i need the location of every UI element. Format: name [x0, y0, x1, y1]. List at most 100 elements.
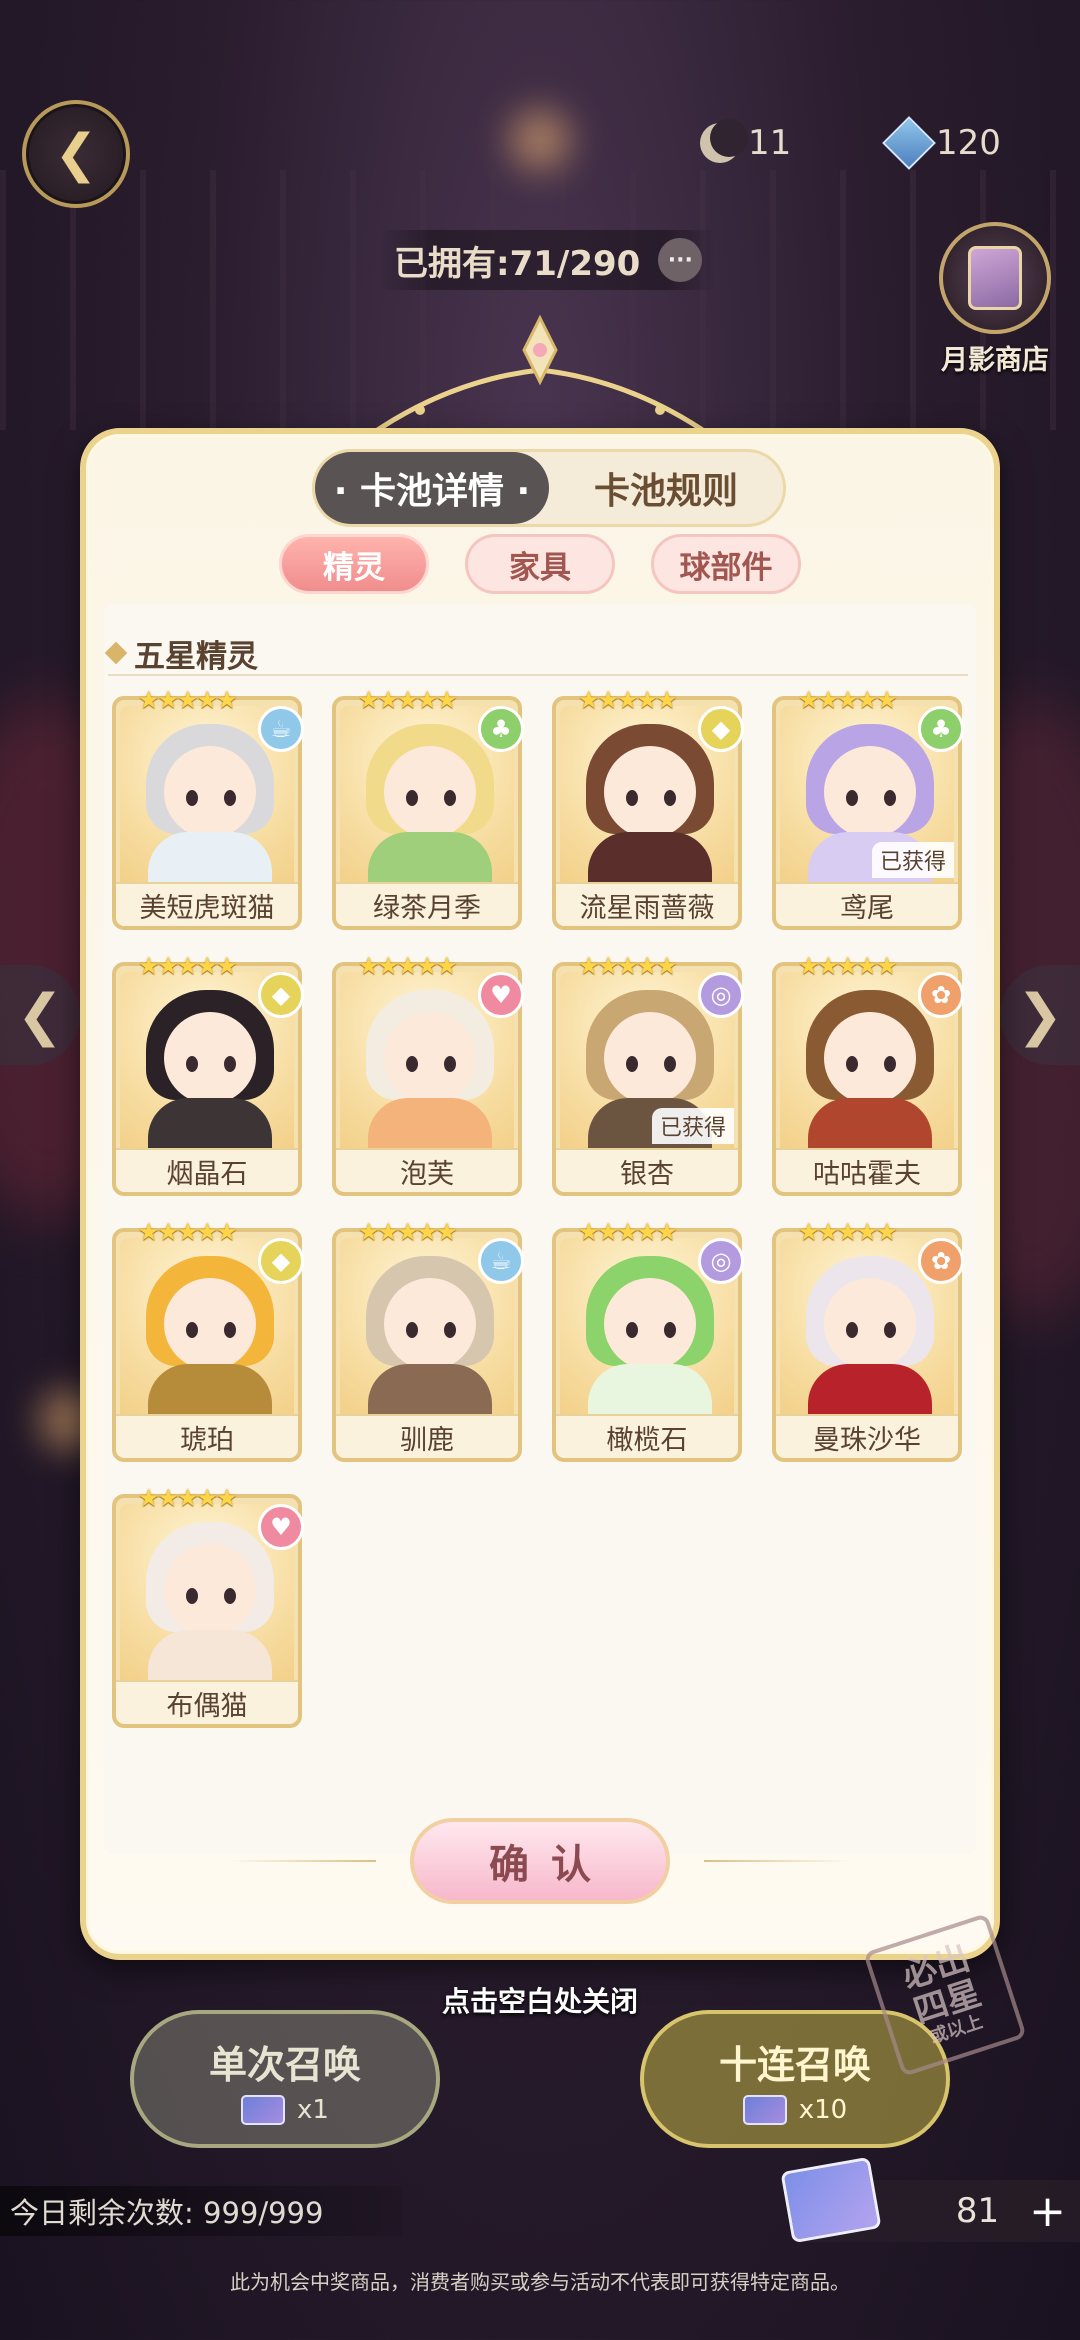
element-type-icon: ♥	[258, 1504, 304, 1550]
spirit-name: 琥珀	[116, 1414, 298, 1458]
element-type-icon: ♣	[478, 706, 524, 752]
portrait-body	[368, 832, 492, 888]
section-title: 五星精灵	[104, 632, 968, 676]
spirit-card[interactable]: ★★★★★ ☕ 驯鹿	[332, 1218, 524, 1462]
gem-currency: 120	[882, 116, 1001, 170]
spirit-card[interactable]: ★★★★★ ♣ 绿茶月季	[332, 686, 524, 930]
five-star-rating: ★★★★★	[358, 1218, 458, 1246]
moon-icon	[700, 119, 748, 163]
obtained-tag: 已获得	[871, 842, 954, 878]
portrait-body	[148, 1364, 272, 1420]
portrait-eye	[664, 790, 676, 806]
spirit-card[interactable]: ★★★★★ ◆ 流星雨蔷薇	[552, 686, 744, 930]
portrait-body	[808, 1364, 932, 1420]
ticket-icon	[742, 2094, 787, 2125]
five-star-rating: ★★★★★	[798, 952, 898, 980]
portrait-eye	[626, 1056, 638, 1072]
portrait-face	[824, 1012, 916, 1104]
confirm-button[interactable]: 确认	[410, 1818, 670, 1904]
spirit-card[interactable]: ★★★★★ ◆ 烟晶石	[112, 952, 304, 1196]
spirit-card[interactable]: ★★★★★ ☕ 美短虎斑猫	[112, 686, 304, 930]
portrait-face	[604, 1012, 696, 1104]
back-button[interactable]: ❮	[22, 100, 130, 208]
divider-line-left	[226, 1860, 376, 1862]
portrait-face	[384, 1278, 476, 1370]
shop-card-icon	[968, 246, 1022, 310]
single-summon-cost-value: x1	[297, 2094, 329, 2125]
element-type-icon: ◆	[258, 1238, 304, 1284]
spirit-card[interactable]: ★★★★★ ◎ 已获得 银杏	[552, 952, 744, 1196]
spirit-name: 曼珠沙华	[776, 1414, 958, 1458]
five-star-rating: ★★★★★	[578, 952, 678, 980]
moon-currency: 11	[700, 118, 791, 168]
portrait-face	[164, 1012, 256, 1104]
portrait-eye	[406, 1056, 418, 1072]
five-star-rating: ★★★★★	[138, 1484, 238, 1512]
portrait-eye	[186, 1056, 198, 1072]
more-info-button[interactable]: ···	[658, 238, 703, 282]
spirit-card[interactable]: ★★★★★ ♥ 泡芙	[332, 952, 524, 1196]
portrait-body	[588, 1364, 712, 1420]
portrait-body	[148, 832, 272, 888]
single-summon-label: 单次召唤	[208, 2042, 361, 2087]
portrait-face	[164, 746, 256, 838]
moon-shadow-shop-button[interactable]: 月影商店	[935, 222, 1055, 377]
portrait-eye	[406, 790, 418, 806]
element-type-icon: ◎	[698, 972, 744, 1018]
portrait-eye	[884, 1322, 896, 1338]
portrait-eye	[224, 1056, 236, 1072]
portrait-face	[384, 746, 476, 838]
section-title-text: 五星精灵	[134, 638, 258, 675]
portrait-face	[824, 1278, 916, 1370]
spirit-card[interactable]: ★★★★★ ◆ 琥珀	[112, 1218, 304, 1462]
owned-text: 已拥有:71/290	[394, 243, 641, 284]
spirit-card[interactable]: ★★★★★ ♣ 已获得 鸢尾	[772, 686, 964, 930]
element-type-icon: ☕	[258, 706, 304, 752]
portrait-eye	[444, 1322, 456, 1338]
spirit-card[interactable]: ★★★★★ ◎ 橄榄石	[552, 1218, 744, 1462]
disclaimer: 此为机会中奖商品，消费者购买或参与活动不代表即可获得特定商品。	[230, 2270, 850, 2294]
spirit-card[interactable]: ★★★★★ ♥ 布偶猫	[112, 1484, 304, 1728]
ten-summon-label: 十连召唤	[718, 2042, 871, 2087]
spirit-name: 鸢尾	[776, 882, 958, 926]
back-arrow-icon: ❮	[54, 124, 98, 184]
tab-pool-details[interactable]: · 卡池详情 ·	[315, 452, 549, 524]
owned-counter: 已拥有:71/290 ···	[380, 230, 717, 290]
portrait-eye	[664, 1322, 676, 1338]
shop-label: 月影商店	[941, 345, 1049, 376]
portrait-eye	[406, 1322, 418, 1338]
sub-tab-spirits[interactable]: 精灵	[279, 534, 429, 594]
portrait-eye	[846, 790, 858, 806]
sub-tab-furniture[interactable]: 家具	[465, 534, 615, 594]
summon-ticket-icon	[780, 2156, 882, 2244]
divider-line-right	[704, 1860, 854, 1862]
spirit-name: 绿茶月季	[336, 882, 518, 926]
spirit-name: 美短虎斑猫	[116, 882, 298, 926]
five-star-rating: ★★★★★	[138, 952, 238, 980]
tab-pool-rules[interactable]: 卡池规则	[549, 452, 783, 524]
portrait-eye	[884, 790, 896, 806]
spirit-card-grid: ★★★★★ ☕ 美短虎斑猫 ★★★★★ ♣ 绿茶月季 ★★★★★ ◆ 流星雨蔷薇	[112, 686, 992, 1728]
spirit-name: 橄榄石	[556, 1414, 738, 1458]
sub-tabs: 精灵 家具 球部件	[86, 534, 994, 594]
five-star-rating: ★★★★★	[358, 952, 458, 980]
single-summon-button[interactable]: 单次召唤 x1	[130, 2010, 440, 2148]
portrait-eye	[626, 1322, 638, 1338]
five-star-rating: ★★★★★	[798, 1218, 898, 1246]
add-ticket-button[interactable]: +	[1029, 2186, 1066, 2237]
portrait-face	[164, 1278, 256, 1370]
portrait-eye	[884, 1056, 896, 1072]
portrait-eye	[224, 790, 236, 806]
spirit-card[interactable]: ★★★★★ ✿ 咕咕霍夫	[772, 952, 964, 1196]
sub-tab-ball-parts[interactable]: 球部件	[651, 534, 801, 594]
five-star-rating: ★★★★★	[138, 1218, 238, 1246]
portrait-eye	[444, 1056, 456, 1072]
five-star-rating: ★★★★★	[358, 686, 458, 714]
portrait-face	[604, 746, 696, 838]
panel-crown-ornament	[368, 314, 712, 438]
diamond-bullet-icon	[104, 641, 128, 665]
spirit-name: 布偶猫	[116, 1680, 298, 1724]
spirit-card[interactable]: ★★★★★ ✿ 曼珠沙华	[772, 1218, 964, 1462]
single-summon-cost: x1	[241, 2094, 329, 2125]
portrait-eye	[186, 1322, 198, 1338]
